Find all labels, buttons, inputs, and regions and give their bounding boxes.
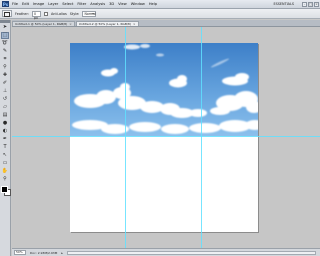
status-menu-arrow-icon[interactable]: ▸: [61, 251, 63, 255]
document-tab-2[interactable]: Untitled-2 @ 50% (Layer 1, RGB/8) ×: [75, 21, 139, 26]
foreground-color-swatch[interactable]: [0, 186, 8, 193]
lasso-icon[interactable]: ➰: [1, 40, 9, 47]
eraser-icon[interactable]: ▱: [1, 104, 9, 111]
document-tab-1[interactable]: Untitled-1 @ 50% (Layer 1, RGB/8) ×: [12, 21, 75, 26]
history-brush-icon[interactable]: ↺: [1, 96, 9, 103]
photoshop-logo: Ps: [2, 1, 9, 7]
crop-icon[interactable]: ⌗: [1, 56, 9, 63]
zoom-icon[interactable]: ⚲: [1, 176, 9, 183]
menu-window[interactable]: Window: [131, 2, 145, 6]
healing-icon[interactable]: ✚: [1, 72, 9, 79]
color-swatches[interactable]: [0, 186, 11, 196]
application-bar: Ps File Edit Image Layer Select Filter A…: [0, 0, 320, 9]
maximize-icon[interactable]: □: [308, 1, 313, 7]
tools-panel-grip[interactable]: [0, 20, 10, 23]
antialias-checkbox[interactable]: [43, 11, 48, 16]
document-canvas[interactable]: [70, 43, 258, 232]
eyedropper-icon[interactable]: ⚲: [1, 64, 9, 71]
canvas-area[interactable]: [12, 27, 320, 248]
workspace-switcher[interactable]: ESSENTIALS: [273, 2, 294, 6]
tab-close-icon[interactable]: ×: [69, 22, 72, 26]
hand-icon[interactable]: ✋: [1, 168, 9, 175]
menu-layer[interactable]: Layer: [48, 2, 58, 6]
close-icon[interactable]: ×: [314, 1, 319, 7]
sky-image-layer[interactable]: [70, 43, 258, 136]
menu-select[interactable]: Select: [62, 2, 73, 6]
tool-preset-picker[interactable]: [2, 10, 12, 17]
tools-panel: ➤ ⬚ ➰ ✎ ⌗ ⚲ ✚ ✐ ⊥ ↺ ▱ ▤ ● ◐ ✒ T ↖ ▭ ✋ ⚲: [0, 20, 11, 256]
blur-icon[interactable]: ●: [1, 120, 9, 127]
menu-file[interactable]: File: [12, 2, 18, 6]
marquee-icon[interactable]: ⬚: [1, 32, 9, 39]
move-icon[interactable]: ➤: [1, 24, 9, 31]
quick-select-icon[interactable]: ✎: [1, 48, 9, 55]
style-select[interactable]: Normal: [82, 10, 97, 17]
options-bar: Feather: 0 px Anti-alias Style: Normal: [0, 9, 320, 20]
shape-icon[interactable]: ▭: [1, 160, 9, 167]
type-icon[interactable]: T: [1, 144, 9, 151]
horizontal-scrollbar[interactable]: [66, 250, 316, 255]
menu-help[interactable]: Help: [149, 2, 157, 6]
zoom-level-input[interactable]: 50%: [14, 250, 26, 255]
feather-input[interactable]: 0 px: [31, 10, 41, 20]
gradient-icon[interactable]: ▤: [1, 112, 9, 119]
menu-view[interactable]: View: [118, 2, 127, 6]
menu-edit[interactable]: Edit: [22, 2, 29, 6]
feather-label: Feather:: [15, 11, 29, 16]
antialias-label: Anti-alias: [50, 11, 67, 16]
stamp-icon[interactable]: ⊥: [1, 88, 9, 95]
document-tabs: Untitled-1 @ 50% (Layer 1, RGB/8) × Unti…: [12, 20, 320, 27]
dodge-icon[interactable]: ◐: [1, 128, 9, 135]
style-label: Style:: [69, 11, 80, 16]
path-select-icon[interactable]: ↖: [1, 152, 9, 159]
minimize-icon[interactable]: –: [302, 1, 307, 7]
document-info[interactable]: Doc: 2.93M/2.93M: [30, 251, 57, 255]
pen-icon[interactable]: ✒: [1, 136, 9, 143]
guide-vertical-2[interactable]: [201, 27, 202, 248]
status-bar: 50% Doc: 2.93M/2.93M ▸: [12, 248, 320, 256]
menu-filter[interactable]: Filter: [77, 2, 86, 6]
menu-3d[interactable]: 3D: [109, 2, 114, 6]
brush-icon[interactable]: ✐: [1, 80, 9, 87]
guide-vertical-1[interactable]: [125, 27, 126, 248]
tab-close-icon[interactable]: ×: [133, 22, 136, 26]
document-tab-label: Untitled-1 @ 50% (Layer 1, RGB/8): [15, 22, 68, 26]
document-tab-label: Untitled-2 @ 50% (Layer 1, RGB/8): [78, 22, 132, 26]
menu-image[interactable]: Image: [33, 2, 44, 6]
guide-horizontal-1[interactable]: [12, 136, 320, 137]
menu-analysis[interactable]: Analysis: [90, 2, 105, 6]
sky-image: [70, 43, 258, 136]
